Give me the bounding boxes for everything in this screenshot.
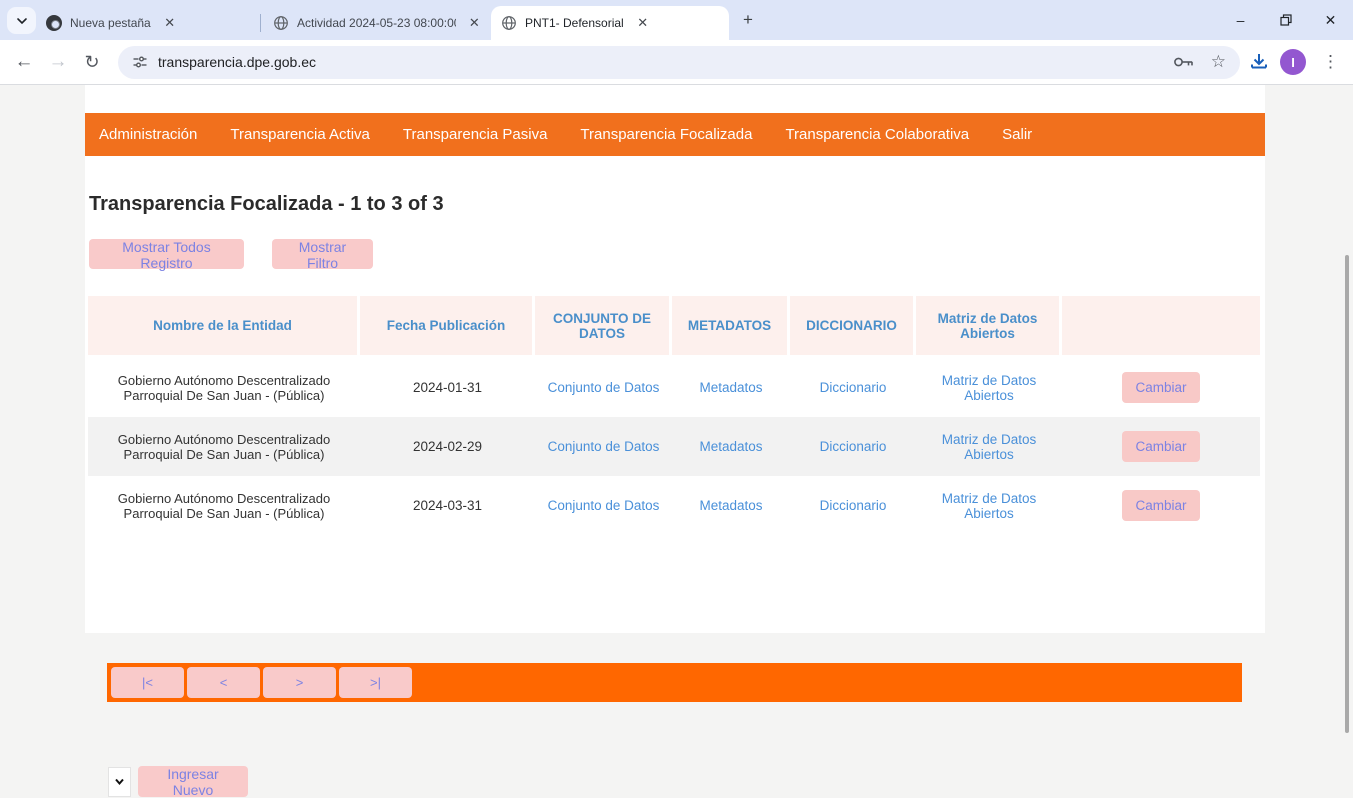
publication-date: 2024-02-29 — [360, 433, 535, 460]
header-entity: Nombre de la Entidad — [88, 296, 360, 355]
entity-name: Gobierno Autónomo Descentralizado Parroq… — [88, 485, 360, 527]
chrome-logo-icon — [46, 15, 62, 31]
action-buttons: Mostrar Todos Registro Mostrar Filtro — [89, 239, 1265, 269]
browser-titlebar: Nueva pestaña ✕ Actividad 2024-05-23 08:… — [0, 0, 1353, 40]
url-text[interactable]: transparencia.dpe.gob.ec — [158, 54, 1173, 70]
entity-name: Gobierno Autónomo Descentralizado Parroq… — [88, 367, 360, 409]
pagination-prev-button[interactable]: < — [187, 667, 260, 698]
tab-title: PNT1- Defensorial — [525, 16, 624, 30]
ingresar-nuevo-button[interactable]: Ingresar Nuevo — [138, 766, 248, 797]
address-bar[interactable]: transparencia.dpe.gob.ec ☆ — [118, 46, 1240, 79]
tab-title: Actividad 2024-05-23 08:00:00 — [297, 16, 456, 30]
nav-item-transparencia-pasiva[interactable]: Transparencia Pasiva — [403, 126, 548, 143]
cambiar-button[interactable]: Cambiar — [1122, 372, 1200, 403]
page-title: Transparencia Focalizada - 1 to 3 of 3 — [89, 193, 1265, 216]
tab-title: Nueva pestaña — [70, 16, 151, 30]
downloads-icon[interactable] — [1248, 51, 1270, 73]
conjunto-datos-link[interactable]: Conjunto de Datos — [548, 498, 660, 513]
chevron-down-icon — [114, 776, 125, 787]
publication-date: 2024-03-31 — [360, 492, 535, 519]
matriz-datos-link[interactable]: Matriz de Datos Abiertos — [935, 491, 1043, 521]
browser-menu-icon[interactable]: ⋮ — [1316, 52, 1345, 72]
browser-toolbar: ← → ↻ transparencia.dpe.gob.ec ☆ I ⋮ — [0, 40, 1353, 85]
tab-actividad[interactable]: Actividad 2024-05-23 08:00:00 ✕ — [263, 6, 491, 40]
nav-item-transparencia-focalizada[interactable]: Transparencia Focalizada — [580, 126, 752, 143]
metadatos-link[interactable]: Metadatos — [699, 439, 762, 454]
profile-avatar[interactable]: I — [1280, 49, 1306, 75]
forward-button[interactable]: → — [41, 45, 75, 79]
pagination-first-button[interactable]: |< — [111, 667, 184, 698]
reload-button[interactable]: ↻ — [75, 45, 109, 79]
tab-pnt1-defensorial[interactable]: PNT1- Defensorial ✕ — [491, 6, 729, 40]
show-all-records-button[interactable]: Mostrar Todos Registro — [89, 239, 244, 269]
diccionario-link[interactable]: Diccionario — [820, 380, 887, 395]
metadatos-link[interactable]: Metadatos — [699, 380, 762, 395]
show-filter-button[interactable]: Mostrar Filtro — [272, 239, 373, 269]
nav-item-transparencia-activa[interactable]: Transparencia Activa — [230, 126, 370, 143]
header-matriz: Matriz de Datos Abiertos — [916, 296, 1062, 355]
restore-icon — [1280, 14, 1292, 26]
entity-name: Gobierno Autónomo Descentralizado Parroq… — [88, 426, 360, 468]
pagination-next-button[interactable]: > — [263, 667, 336, 698]
table-row: Gobierno Autónomo Descentralizado Parroq… — [88, 417, 1260, 476]
header-actions — [1062, 296, 1260, 355]
bookmark-star-icon[interactable]: ☆ — [1211, 52, 1226, 72]
table-row: Gobierno Autónomo Descentralizado Parroq… — [88, 476, 1260, 535]
tab-nueva-pestana[interactable]: Nueva pestaña ✕ — [36, 6, 258, 40]
password-key-icon[interactable] — [1173, 55, 1195, 69]
table-header-row: Nombre de la Entidad Fecha Publicación C… — [88, 296, 1260, 355]
footer-controls: Ingresar Nuevo — [108, 766, 248, 797]
publication-date: 2024-01-31 — [360, 374, 535, 401]
main-navigation: Administración Transparencia Activa Tran… — [85, 113, 1265, 156]
header-metadatos: METADATOS — [672, 296, 790, 355]
scrollbar-thumb[interactable] — [1345, 255, 1349, 733]
matriz-datos-link[interactable]: Matriz de Datos Abiertos — [935, 432, 1043, 462]
restore-button[interactable] — [1263, 0, 1308, 40]
globe-icon — [273, 15, 289, 31]
webpage-viewport: Administración Transparencia Activa Tran… — [0, 85, 1353, 722]
conjunto-datos-link[interactable]: Conjunto de Datos — [548, 439, 660, 454]
tab-close-icon[interactable]: ✕ — [466, 14, 483, 32]
back-button[interactable]: ← — [7, 45, 41, 79]
new-tab-button[interactable]: + — [735, 7, 761, 33]
nav-item-salir[interactable]: Salir — [1002, 126, 1032, 143]
page-size-select[interactable] — [108, 767, 131, 797]
header-fecha: Fecha Publicación — [360, 296, 535, 355]
nav-item-transparencia-colaborativa[interactable]: Transparencia Colaborativa — [785, 126, 969, 143]
page-content: Administración Transparencia Activa Tran… — [85, 85, 1265, 633]
window-controls: – ✕ — [1218, 0, 1353, 40]
conjunto-datos-link[interactable]: Conjunto de Datos — [548, 380, 660, 395]
header-diccionario: DICCIONARIO — [790, 296, 916, 355]
diccionario-link[interactable]: Diccionario — [820, 439, 887, 454]
records-table: Nombre de la Entidad Fecha Publicación C… — [88, 296, 1260, 535]
pagination-last-button[interactable]: >| — [339, 667, 412, 698]
nav-item-administracion[interactable]: Administración — [99, 126, 197, 143]
cambiar-button[interactable]: Cambiar — [1122, 431, 1200, 462]
chevron-down-icon — [16, 15, 28, 27]
cambiar-button[interactable]: Cambiar — [1122, 490, 1200, 521]
metadatos-link[interactable]: Metadatos — [699, 498, 762, 513]
globe-icon — [501, 15, 517, 31]
header-conjunto: CONJUNTO DE DATOS — [535, 296, 672, 355]
table-row: Gobierno Autónomo Descentralizado Parroq… — [88, 358, 1260, 417]
site-info-icon[interactable] — [132, 54, 148, 70]
matriz-datos-link[interactable]: Matriz de Datos Abiertos — [935, 373, 1043, 403]
close-window-button[interactable]: ✕ — [1308, 0, 1353, 40]
diccionario-link[interactable]: Diccionario — [820, 498, 887, 513]
tab-separator — [260, 14, 261, 32]
minimize-button[interactable]: – — [1218, 0, 1263, 40]
tab-search-button[interactable] — [7, 7, 36, 34]
pagination-bar: |< < > >| — [107, 663, 1242, 702]
tab-close-icon[interactable]: ✕ — [161, 14, 179, 32]
tab-close-icon[interactable]: ✕ — [634, 14, 652, 32]
